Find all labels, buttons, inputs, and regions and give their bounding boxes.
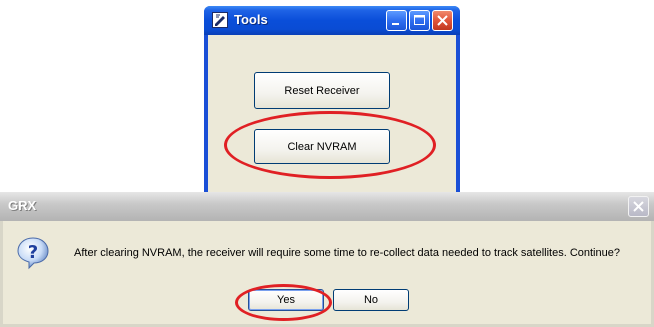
svg-text:?: ?: [28, 242, 38, 263]
confirm-message: After clearing NVRAM, the receiver will …: [74, 247, 620, 259]
tools-window: Tools Reset Receiver Clear NVRAM: [204, 6, 460, 200]
question-icon: ?: [16, 236, 50, 270]
screenshot-stage: Tools Reset Receiver Clear NVRAM GRX ? A…: [0, 0, 654, 327]
tools-titlebar[interactable]: Tools: [204, 6, 460, 35]
grx-titlebar[interactable]: GRX: [0, 192, 654, 221]
minimize-icon[interactable]: [386, 10, 407, 31]
close-icon[interactable]: [432, 10, 453, 31]
tools-window-title: Tools: [234, 12, 268, 27]
no-button[interactable]: No: [333, 289, 409, 311]
clear-nvram-button[interactable]: Clear NVRAM: [254, 129, 390, 164]
grx-dialog-title: GRX: [8, 198, 37, 213]
grx-client-area: ? After clearing NVRAM, the receiver wil…: [3, 221, 651, 324]
close-icon[interactable]: [628, 196, 649, 217]
yes-button[interactable]: Yes: [248, 289, 324, 311]
tools-app-icon: [212, 12, 228, 28]
reset-receiver-button[interactable]: Reset Receiver: [254, 72, 390, 109]
maximize-icon[interactable]: [409, 10, 430, 31]
tools-client-area: Reset Receiver Clear NVRAM: [208, 35, 456, 200]
grx-dialog: GRX ? After clearing NVRAM, the receiver…: [0, 192, 654, 327]
